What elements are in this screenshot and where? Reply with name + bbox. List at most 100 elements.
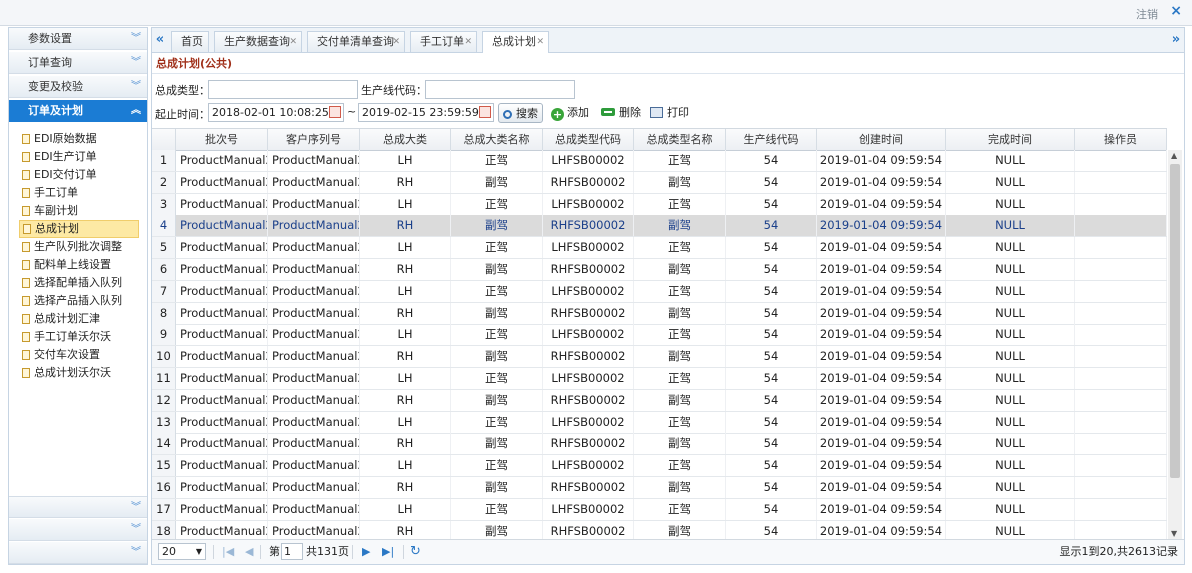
table-row[interactable]: 6ProductManual20ProductManual20RH副驾RHFSB…: [152, 259, 1167, 281]
double-chevron-down-icon[interactable]: ︾: [131, 519, 141, 541]
double-chevron-down-icon[interactable]: ︾: [131, 52, 141, 74]
double-chevron-left-icon[interactable]: «: [152, 28, 168, 52]
column-header-batch-no[interactable]: 批次号: [176, 129, 268, 150]
cell-operator: [1075, 280, 1167, 302]
close-icon[interactable]: ✕: [392, 32, 400, 52]
double-chevron-down-icon[interactable]: ︾: [131, 28, 141, 50]
table-row[interactable]: 15ProductManual20ProductManual20LH正驾LHFS…: [152, 455, 1167, 478]
sidebar-menu-item[interactable]: 选择产品插入队列: [19, 292, 139, 310]
close-icon[interactable]: ✕: [289, 32, 297, 52]
double-chevron-right-icon[interactable]: »: [1168, 28, 1184, 52]
table-row[interactable]: 12ProductManual20ProductManual20RH副驾RHFS…: [152, 389, 1167, 412]
tab-delivery-list-query[interactable]: 交付单清单查询 ✕: [307, 31, 405, 52]
close-icon[interactable]: ×: [1170, 3, 1182, 19]
table-row[interactable]: 5ProductManual20ProductManual20LH正驾LHFSB…: [152, 237, 1167, 260]
column-header-operator[interactable]: 操作员: [1075, 129, 1167, 150]
sidebar-menu-item[interactable]: EDI生产订单: [19, 148, 139, 166]
column-header-assembly-class-name[interactable]: 总成大类名称: [451, 129, 543, 150]
table-row[interactable]: 17ProductManual20ProductManual20LH正驾LHFS…: [152, 498, 1167, 521]
search-button[interactable]: 搜索: [498, 103, 543, 123]
sidebar-menu-item[interactable]: 车副计划: [19, 202, 139, 220]
table-row[interactable]: 16ProductManual20ProductManual20RH副驾RHFS…: [152, 477, 1167, 499]
delete-button[interactable]: 删除: [601, 103, 641, 123]
cell-line-code: 54: [726, 433, 817, 455]
table-row[interactable]: 11ProductManual20ProductManual20LH正驾LHFS…: [152, 368, 1167, 390]
column-header-assembly-type-name[interactable]: 总成类型名称: [634, 129, 726, 150]
sidebar-menu-item[interactable]: 总成计划: [19, 220, 139, 238]
column-header-assembly-type-code[interactable]: 总成类型代码: [543, 129, 634, 150]
close-icon[interactable]: ✕: [536, 32, 544, 52]
cell-finished-time: NULL: [946, 411, 1075, 433]
add-button[interactable]: + 添加: [551, 103, 589, 123]
sidebar-menu-item[interactable]: 手工订单: [19, 184, 139, 202]
cell-assembly-type-code: LHFSB00002: [543, 455, 634, 477]
cell-assembly-class: RH: [360, 477, 451, 498]
scroll-up-icon[interactable]: ▲: [1171, 151, 1177, 160]
sidebar-section-special-ops[interactable]: ︾: [9, 496, 147, 518]
sidebar-menu-item[interactable]: 配料单上线设置: [19, 256, 139, 274]
column-header-finished-time[interactable]: 完成时间: [946, 129, 1075, 150]
sidebar-section-change-verify[interactable]: 变更及校验 ︾: [9, 76, 147, 98]
table-row[interactable]: 10ProductManual20ProductManual20RH副驾RHFS…: [152, 346, 1167, 369]
tab-home[interactable]: 首页: [171, 31, 209, 52]
table-row[interactable]: 2ProductManual20ProductManual20RH副驾RHFSB…: [152, 171, 1167, 194]
first-page-icon[interactable]: |◀: [222, 544, 234, 560]
column-header-assembly-class[interactable]: 总成大类: [360, 129, 451, 150]
calendar-icon[interactable]: [479, 106, 491, 118]
page-number-input[interactable]: 1: [281, 543, 303, 560]
double-chevron-down-icon[interactable]: ︾: [131, 497, 141, 519]
column-header-customer-seq[interactable]: 客户序列号: [268, 129, 360, 150]
column-header-line-code[interactable]: 生产线代码: [726, 129, 817, 150]
table-row[interactable]: 4ProductManual20ProductManual20RH副驾RHFSB…: [152, 215, 1167, 238]
cell-assembly-class: LH: [360, 237, 451, 259]
sidebar-menu-item[interactable]: 交付车次设置: [19, 346, 139, 364]
close-icon[interactable]: ✕: [464, 32, 472, 52]
table-row[interactable]: 13ProductManual20ProductManual20LH正驾LHFS…: [152, 411, 1167, 434]
sidebar-menu-item[interactable]: EDI原始数据: [19, 130, 139, 148]
sidebar-section-user-mgmt[interactable]: ︾: [9, 519, 147, 541]
page-size-select[interactable]: 20 ▼: [158, 543, 206, 560]
sidebar-menu-item[interactable]: EDI交付订单: [19, 166, 139, 184]
next-page-icon[interactable]: ▶: [362, 544, 370, 560]
tab-assembly-plan[interactable]: 总成计划 ✕: [482, 31, 549, 53]
sidebar-menu-item[interactable]: 生产队列批次调整: [19, 238, 139, 256]
calendar-icon[interactable]: [329, 106, 341, 118]
tab-production-data-query[interactable]: 生产数据查询 ✕: [214, 31, 302, 52]
scroll-down-icon[interactable]: ▼: [1171, 529, 1177, 538]
sidebar-section-reports[interactable]: ︾: [9, 542, 147, 564]
table-row[interactable]: 3ProductManual20ProductManual20LH正驾LHFSB…: [152, 193, 1167, 216]
cell-line-code: 54: [726, 259, 817, 280]
prev-page-icon[interactable]: ◀: [245, 544, 253, 560]
double-chevron-down-icon[interactable]: ︾: [131, 76, 141, 98]
column-header-row-number[interactable]: [152, 129, 176, 150]
vertical-scrollbar[interactable]: ▲ ▼: [1168, 150, 1182, 539]
table-row[interactable]: 18ProductManual20ProductManual20RH副驾RHFS…: [152, 520, 1167, 539]
sidebar-menu-item[interactable]: 总成计划汇津: [19, 310, 139, 328]
tab-manual-order[interactable]: 手工订单 ✕: [410, 31, 477, 52]
table-row[interactable]: 7ProductManual20ProductManual20LH正驾LHFSB…: [152, 280, 1167, 303]
line-code-input[interactable]: [425, 80, 575, 99]
scrollbar-thumb[interactable]: [1170, 164, 1180, 478]
column-header-created-time[interactable]: 创建时间: [817, 129, 946, 150]
print-button[interactable]: 打印: [650, 103, 689, 123]
sidebar-section-params[interactable]: 参数设置 ︾: [9, 28, 147, 50]
assembly-type-input[interactable]: [208, 80, 358, 99]
start-time-input[interactable]: 2018-02-01 10:08:25: [208, 103, 344, 122]
cell-assembly-class: LH: [360, 455, 451, 477]
refresh-icon[interactable]: ↻: [410, 544, 421, 560]
table-row[interactable]: 8ProductManual20ProductManual20RH副驾RHFSB…: [152, 302, 1167, 325]
table-row[interactable]: 1ProductManual20ProductManual20LH正驾LHFSB…: [152, 150, 1167, 172]
double-chevron-up-icon[interactable]: ︽: [131, 100, 141, 122]
table-row[interactable]: 9ProductManual20ProductManual20LH正驾LHFSB…: [152, 324, 1167, 347]
logout-link[interactable]: 注销: [1136, 6, 1158, 22]
sidebar-menu-item[interactable]: 手工订单沃尔沃: [19, 328, 139, 346]
sidebar-menu-item[interactable]: 总成计划沃尔沃: [19, 364, 139, 382]
double-chevron-down-icon[interactable]: ︾: [131, 542, 141, 564]
last-page-icon[interactable]: ▶|: [382, 544, 394, 560]
sidebar-section-orders-query[interactable]: 订单查询 ︾: [9, 52, 147, 74]
sidebar-menu-item[interactable]: 选择配单插入队列: [19, 274, 139, 292]
sidebar-section-orders-plans[interactable]: 订单及计划 ︽: [9, 100, 147, 122]
table-row[interactable]: 14ProductManual20ProductManual20RH副驾RHFS…: [152, 433, 1167, 456]
end-time-input[interactable]: 2019-02-15 23:59:59: [358, 103, 494, 122]
cell-finished-time: NULL: [946, 520, 1075, 539]
